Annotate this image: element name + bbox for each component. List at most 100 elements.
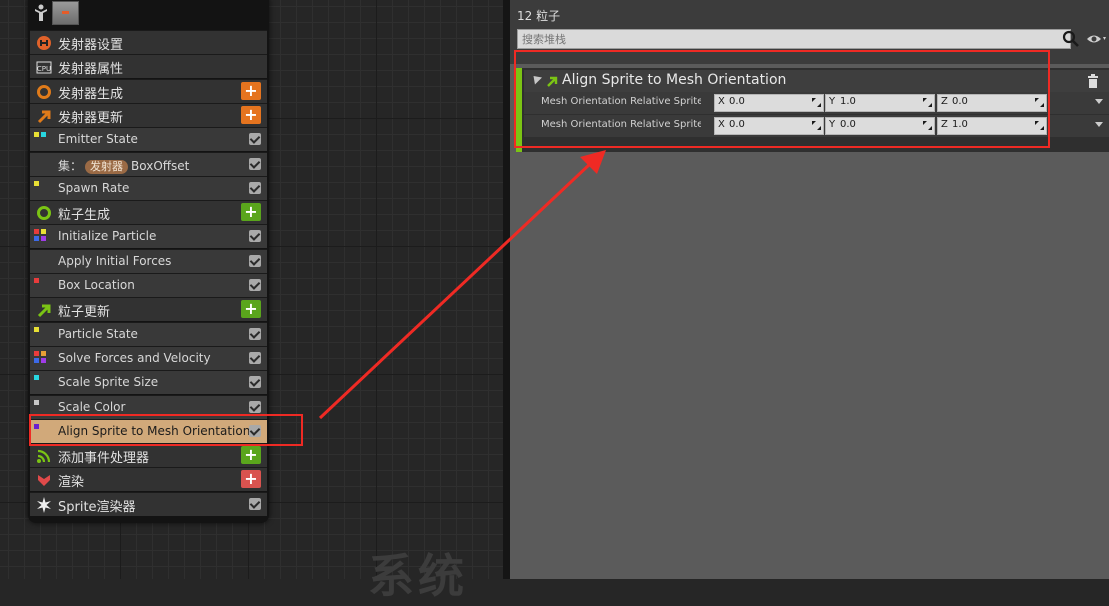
vector-y-field[interactable]: Y 1.0	[825, 94, 935, 112]
vector-x-field[interactable]: X 0.0	[714, 117, 824, 135]
module-usage-dot	[34, 423, 39, 429]
panel-header: 12 粒子	[510, 0, 1109, 64]
module-row[interactable]: Apply Initial Forces	[30, 248, 267, 273]
row-label: 粒子更新	[58, 305, 111, 321]
stage-row[interactable]: 发射器设置	[30, 30, 267, 54]
stage-row[interactable]: 粒子生成 +	[30, 200, 267, 225]
expand-corner-icon	[812, 121, 821, 130]
trash-icon[interactable]	[1087, 74, 1099, 88]
stack-search-input[interactable]	[517, 29, 1071, 49]
module-usage-dot	[34, 180, 39, 186]
module-header[interactable]: Align Sprite to Mesh Orientation	[524, 70, 1109, 92]
enable-checkbox[interactable]	[249, 497, 261, 510]
emitter-spawn-icon	[36, 84, 52, 100]
add-module-button[interactable]: +	[241, 203, 261, 222]
namespace-pill: 发射器	[85, 159, 129, 174]
render-icon	[36, 472, 52, 488]
set-parameter-name: BoxOffset	[131, 158, 190, 173]
module-row[interactable]: Solve Forces and Velocity	[30, 345, 267, 370]
row-label: Sprite渲染器	[58, 499, 136, 515]
enable-checkbox[interactable]	[249, 279, 261, 291]
stage-row[interactable]: Sprite渲染器	[30, 491, 267, 516]
vector-x-field[interactable]: X 0.0	[714, 94, 824, 112]
module-row[interactable]: Scale Sprite Size	[30, 370, 267, 395]
enable-checkbox[interactable]	[249, 327, 261, 340]
module-usage-dot	[34, 357, 39, 363]
axis-value: 0.0	[840, 119, 856, 130]
add-module-button[interactable]: +	[241, 300, 261, 319]
selection-panel: 12 粒子 Align Sprite to Mesh Orientation M…	[510, 0, 1109, 579]
stage-row[interactable]: 渲染 +	[30, 467, 267, 492]
row-label: Initialize Particle	[58, 229, 157, 244]
enable-checkbox[interactable]	[249, 424, 261, 437]
cpu-icon: CPU	[36, 59, 52, 75]
module-row[interactable]: Box Location	[30, 273, 267, 297]
module-usage-dot	[34, 326, 39, 332]
row-label: Scale Color	[58, 399, 126, 414]
node-graph-canvas[interactable]: 系统 发射器设置 CPU 发射器属性 发射器生成 + 发射器更新 + Emitter Stat…	[0, 0, 503, 603]
module-row[interactable]: Emitter State	[30, 127, 267, 152]
add-module-button[interactable]: +	[241, 446, 261, 465]
row-label: Box Location	[58, 278, 135, 292]
row-label: 渲染	[58, 475, 85, 491]
eye-icon[interactable]	[1086, 32, 1106, 46]
stage-row[interactable]: 发射器更新 +	[30, 102, 267, 127]
node-header[interactable]	[28, 0, 269, 28]
particle-count: 12 粒子	[517, 9, 561, 23]
row-label: Align Sprite to Mesh Orientation	[58, 423, 251, 438]
enable-checkbox[interactable]	[249, 230, 261, 243]
event-handler-icon	[36, 448, 52, 464]
property-label: Mesh Orientation Relative Sprite	[541, 119, 701, 130]
enable-checkbox[interactable]	[249, 133, 261, 146]
vector-z-field[interactable]: Z 1.0	[937, 117, 1047, 135]
enable-checkbox[interactable]	[249, 157, 261, 170]
expand-corner-icon	[812, 98, 821, 107]
module-row[interactable]: Align Sprite to Mesh Orientation	[30, 418, 267, 443]
collapse-arrow-icon[interactable]	[529, 72, 543, 85]
row-label: Emitter State	[58, 132, 138, 147]
enable-checkbox[interactable]	[249, 254, 261, 267]
stage-row[interactable]: 添加事件处理器 +	[30, 443, 267, 468]
module-usage-dot	[41, 357, 46, 363]
dropdown-arrow-icon[interactable]	[1095, 122, 1103, 127]
add-module-button[interactable]: +	[241, 81, 261, 100]
axis-label: Z	[941, 96, 948, 107]
set-prefix: 集：	[58, 158, 83, 173]
particle-update-icon	[546, 75, 558, 90]
vector-z-field[interactable]: Z 0.0	[937, 94, 1047, 112]
property-label: Mesh Orientation Relative Sprite	[541, 96, 701, 107]
enable-checkbox[interactable]	[249, 400, 261, 413]
module-row[interactable]: Scale Color	[30, 394, 267, 419]
emitter-node[interactable]: 发射器设置 CPU 发射器属性 发射器生成 + 发射器更新 + Emitter State 集：…	[28, 0, 269, 523]
enable-checkbox[interactable]	[249, 181, 261, 194]
row-label: Particle State	[58, 326, 138, 341]
add-module-button[interactable]: +	[241, 105, 261, 124]
panel-splitter[interactable]	[503, 0, 510, 579]
emitter-thumbnail[interactable]	[52, 1, 79, 25]
axis-value: 0.0	[729, 119, 745, 130]
module-row[interactable]: Particle State	[30, 321, 267, 346]
axis-label: Y	[829, 96, 836, 107]
add-module-button[interactable]: +	[241, 470, 261, 489]
dropdown-arrow-icon[interactable]	[1095, 99, 1103, 104]
row-label: 发射器生成	[58, 86, 124, 102]
stage-row[interactable]: 发射器生成 +	[30, 78, 267, 103]
enable-checkbox[interactable]	[249, 376, 261, 389]
expand-corner-icon	[1035, 98, 1044, 107]
sprite-renderer-icon	[36, 496, 52, 513]
stage-row[interactable]: 粒子更新 +	[30, 297, 267, 322]
expand-corner-icon	[923, 98, 932, 107]
particle-spawn-icon	[36, 205, 52, 221]
module-row[interactable]: Initialize Particle	[30, 224, 267, 249]
module-row[interactable]: Spawn Rate	[30, 175, 267, 200]
module-accent-bar	[516, 68, 522, 152]
module-row[interactable]: 集： 发射器 BoxOffset	[30, 151, 267, 176]
search-icon[interactable]	[1061, 29, 1081, 49]
row-label: 粒子生成	[58, 208, 111, 224]
vector-y-field[interactable]: Y 0.0	[825, 117, 935, 135]
row-label: Solve Forces and Velocity	[58, 350, 211, 365]
module-usage-dot	[34, 278, 39, 283]
row-label: 发射器设置	[58, 38, 124, 53]
stage-row[interactable]: CPU 发射器属性	[30, 54, 267, 79]
enable-checkbox[interactable]	[249, 351, 261, 364]
